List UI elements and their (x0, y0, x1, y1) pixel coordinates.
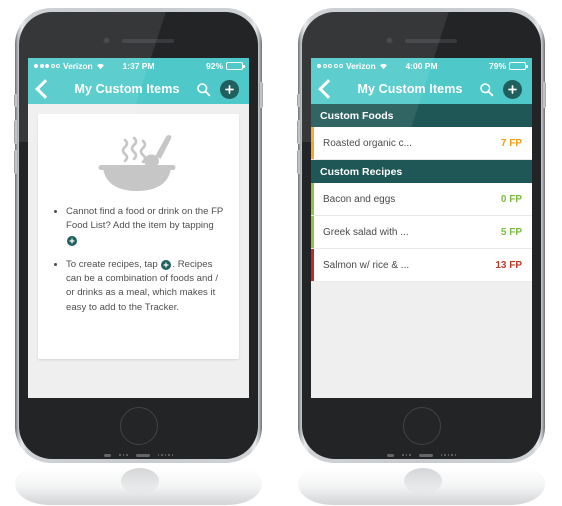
battery-percent-label: 79% (488, 61, 506, 71)
status-bar-right: 92% (205, 61, 245, 71)
home-button[interactable] (402, 407, 441, 445)
phone-left: Verizon 1:37 PM 92% My Custom Items • Ca… (12, 0, 267, 506)
carrier-label: Verizon (346, 61, 376, 71)
front-camera-icon (385, 37, 393, 44)
chevron-left-icon[interactable] (35, 79, 55, 99)
phone-reflection-home (120, 468, 159, 494)
status-bar-left: Verizon (34, 61, 105, 71)
volume-up-button[interactable] (297, 120, 301, 144)
phone-left-bezel: Verizon 1:37 PM 92% My Custom Items • Ca… (19, 12, 258, 459)
volume-up-button[interactable] (14, 120, 18, 144)
phone-mockup-stage: Verizon 1:37 PM 92% My Custom Items • Ca… (0, 0, 562, 506)
battery-icon (226, 62, 245, 70)
plus-icon (67, 235, 77, 246)
phone-left-frame: Verizon 1:37 PM 92% My Custom Items • Ca… (14, 8, 263, 463)
row-label: Greek salad with ... (323, 226, 409, 238)
phone-right-frame: Verizon 4:00 PM 79% My Custom Items Cust… (297, 8, 546, 463)
section-header-custom-recipes: Custom Recipes (311, 160, 532, 183)
battery-icon (509, 62, 528, 70)
earpiece-speaker (121, 39, 174, 43)
phone-right-screen: Verizon 4:00 PM 79% My Custom Items Cust… (311, 58, 532, 398)
nav-bar: My Custom Items (28, 74, 249, 104)
section-header-custom-foods: Custom Foods (311, 104, 532, 127)
add-item-button[interactable] (220, 79, 239, 99)
row-label: Roasted organic c... (323, 137, 412, 149)
volume-down-button[interactable] (14, 150, 18, 174)
volume-down-button[interactable] (297, 150, 301, 174)
add-item-button[interactable] (503, 79, 522, 99)
search-icon[interactable] (196, 82, 211, 97)
table-row[interactable]: Salmon w/ rice & ... 13 FP (311, 249, 532, 282)
row-label: Salmon w/ rice & ... (323, 259, 410, 271)
custom-items-list[interactable]: Custom Foods Roasted organic c... 7 FP C… (311, 104, 532, 398)
earpiece-speaker (404, 39, 457, 43)
info-card: Cannot find a food or drink on the FP Fo… (38, 114, 239, 359)
wifi-icon (379, 62, 388, 70)
chevron-left-icon[interactable] (318, 79, 338, 99)
list-item: Cannot find a food or drink on the FP Fo… (66, 204, 227, 248)
list-item: To create recipes, tap . Recipes can be … (66, 257, 227, 315)
status-bar-right: 79% (488, 61, 528, 71)
bottom-ports (77, 453, 201, 457)
section-header-label: Custom Recipes (320, 165, 403, 178)
status-bar: Verizon 4:00 PM 79% (311, 58, 532, 74)
signal-strength-icon (34, 64, 60, 68)
battery-percent-label: 92% (205, 61, 223, 71)
mute-switch[interactable] (14, 94, 18, 107)
plus-icon (161, 259, 172, 270)
power-button[interactable] (259, 82, 263, 108)
row-value: 13 FP (495, 259, 522, 271)
phone-reflection-home (403, 468, 442, 494)
tip-text: Cannot find a food or drink on the FP Fo… (66, 206, 224, 232)
bottom-ports (360, 453, 484, 457)
page-title: My Custom Items (74, 82, 180, 96)
table-row[interactable]: Roasted organic c... 7 FP (311, 127, 532, 160)
tip-text: To create recipes, tap (66, 258, 158, 270)
row-label: Bacon and eggs (323, 193, 396, 205)
front-camera-icon (102, 37, 110, 44)
phone-left-screen: Verizon 1:37 PM 92% My Custom Items • Ca… (28, 58, 249, 398)
status-bar: Verizon 1:37 PM 92% (28, 58, 249, 74)
wifi-icon (96, 62, 105, 70)
section-header-label: Custom Foods (320, 109, 394, 122)
table-row[interactable]: Bacon and eggs 0 FP (311, 183, 532, 216)
phone-right-bezel: Verizon 4:00 PM 79% My Custom Items Cust… (302, 12, 541, 459)
status-bar-left: Verizon (317, 61, 388, 71)
signal-strength-icon (317, 64, 343, 68)
row-value: 0 FP (500, 193, 522, 205)
row-value: 7 FP (500, 137, 522, 149)
empty-state-body: Cannot find a food or drink on the FP Fo… (28, 104, 249, 398)
page-title: My Custom Items (357, 82, 463, 96)
search-icon[interactable] (479, 82, 494, 97)
power-button[interactable] (542, 82, 546, 108)
home-button[interactable] (119, 407, 158, 445)
soup-bowl-icon (50, 128, 227, 204)
tips-list: Cannot find a food or drink on the FP Fo… (50, 204, 227, 315)
table-row[interactable]: Greek salad with ... 5 FP (311, 216, 532, 249)
carrier-label: Verizon (63, 61, 93, 71)
phone-right: Verizon 4:00 PM 79% My Custom Items Cust… (295, 0, 550, 506)
row-value: 5 FP (500, 226, 522, 238)
nav-bar: My Custom Items (311, 74, 532, 104)
mute-switch[interactable] (297, 94, 301, 107)
